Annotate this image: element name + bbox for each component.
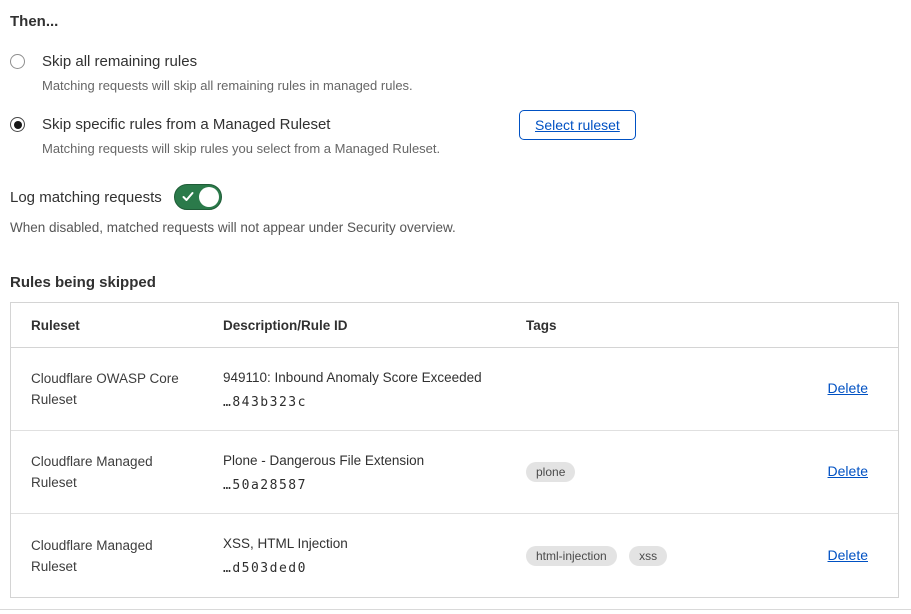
ruleset-name: Cloudflare OWASP Core Ruleset bbox=[31, 368, 199, 410]
rule-id: …50a28587 bbox=[223, 478, 526, 493]
rules-being-skipped-heading: Rules being skipped bbox=[10, 273, 899, 293]
rule-description-cell: XSS, HTML Injection …d503ded0 bbox=[223, 535, 526, 576]
toggle-knob bbox=[199, 187, 219, 207]
rule-description-cell: 949110: Inbound Anomaly Score Exceeded …… bbox=[223, 369, 526, 410]
actions-cell: Delete bbox=[788, 463, 868, 481]
tags-cell: plone bbox=[526, 462, 788, 482]
delete-link[interactable]: Delete bbox=[828, 463, 868, 479]
tags-cell: html-injection xss bbox=[526, 546, 788, 566]
rule-id: …843b323c bbox=[223, 395, 526, 410]
table-header-row: Ruleset Description/Rule ID Tags bbox=[11, 303, 898, 348]
option-text: Skip all remaining rules Matching reques… bbox=[42, 52, 413, 95]
tag-badge: xss bbox=[629, 546, 667, 566]
radio-skip-specific-rules[interactable] bbox=[10, 117, 25, 132]
column-header-ruleset: Ruleset bbox=[31, 318, 223, 333]
actions-cell: Delete bbox=[788, 547, 868, 565]
log-matching-requests-toggle[interactable] bbox=[174, 184, 222, 210]
tag-badge: html-injection bbox=[526, 546, 617, 566]
radio-skip-all-remaining[interactable] bbox=[10, 54, 25, 69]
rule-description: Plone - Dangerous File Extension bbox=[223, 452, 526, 469]
column-header-tags: Tags bbox=[526, 318, 788, 333]
actions-cell: Delete bbox=[788, 380, 868, 398]
delete-link[interactable]: Delete bbox=[828, 547, 868, 563]
check-icon bbox=[182, 191, 194, 203]
tag-badge: plone bbox=[526, 462, 575, 482]
table-row: Cloudflare Managed Ruleset Plone - Dange… bbox=[11, 431, 898, 514]
option-skip-specific-rules: Skip specific rules from a Managed Rules… bbox=[10, 115, 899, 158]
rule-description: XSS, HTML Injection bbox=[223, 535, 526, 552]
section-divider bbox=[0, 609, 911, 610]
radio-wrap bbox=[10, 115, 42, 158]
toggle-note: When disabled, matched requests will not… bbox=[10, 219, 899, 237]
radio-wrap bbox=[10, 52, 42, 95]
option-skip-all-remaining: Skip all remaining rules Matching reques… bbox=[10, 52, 899, 95]
ruleset-name: Cloudflare Managed Ruleset bbox=[31, 451, 199, 493]
option-description-skip-all: Matching requests will skip all remainin… bbox=[42, 77, 413, 95]
log-matching-requests-label: Log matching requests bbox=[10, 189, 162, 206]
then-heading: Then... bbox=[10, 12, 899, 32]
option-text: Skip specific rules from a Managed Rules… bbox=[42, 115, 440, 158]
select-ruleset-button[interactable]: Select ruleset bbox=[519, 110, 636, 140]
rule-description-cell: Plone - Dangerous File Extension …50a285… bbox=[223, 452, 526, 493]
table-row: Cloudflare Managed Ruleset XSS, HTML Inj… bbox=[11, 514, 898, 597]
rule-description: 949110: Inbound Anomaly Score Exceeded bbox=[223, 369, 526, 386]
column-header-description: Description/Rule ID bbox=[223, 318, 526, 333]
option-label-skip-all[interactable]: Skip all remaining rules bbox=[42, 52, 413, 72]
ruleset-name: Cloudflare Managed Ruleset bbox=[31, 535, 199, 577]
table-row: Cloudflare OWASP Core Ruleset 949110: In… bbox=[11, 348, 898, 431]
log-matching-requests-row: Log matching requests bbox=[10, 184, 899, 210]
option-description-skip-specific: Matching requests will skip rules you se… bbox=[42, 140, 440, 158]
option-label-skip-specific[interactable]: Skip specific rules from a Managed Rules… bbox=[42, 115, 440, 135]
waf-skip-rule-panel: Then... Skip all remaining rules Matchin… bbox=[0, 0, 911, 598]
rules-being-skipped-table: Ruleset Description/Rule ID Tags Cloudfl… bbox=[10, 302, 899, 598]
delete-link[interactable]: Delete bbox=[828, 380, 868, 396]
rule-id: …d503ded0 bbox=[223, 561, 526, 576]
